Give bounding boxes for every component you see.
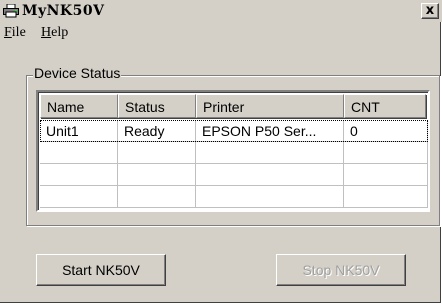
cell-status: Ready	[118, 120, 196, 142]
table-row[interactable]	[40, 164, 428, 186]
device-list[interactable]: Name Status Printer CNT Unit1 Ready EPSO…	[36, 90, 430, 212]
menu-bar: File Help	[0, 23, 442, 43]
cell-name	[40, 186, 118, 208]
table-row[interactable]: Unit1 Ready EPSON P50 Ser... 0	[40, 120, 428, 142]
cell-printer	[196, 186, 344, 208]
menu-help-label: elp	[51, 25, 69, 40]
cell-name: Unit1	[40, 120, 118, 142]
menu-file[interactable]: File	[4, 23, 26, 43]
title-bar[interactable]: MyNK50V x	[0, 0, 442, 22]
window-title: MyNK50V	[22, 3, 105, 19]
device-status-label: Device Status	[33, 64, 122, 82]
cell-printer	[196, 164, 344, 186]
close-button[interactable]: x	[421, 3, 439, 19]
cell-name	[40, 164, 118, 186]
cell-status	[118, 164, 196, 186]
cell-name	[40, 142, 118, 164]
column-header-cnt[interactable]: CNT	[344, 94, 426, 118]
cell-printer: EPSON P50 Ser...	[196, 120, 344, 142]
cell-cnt: 0	[344, 120, 428, 142]
menu-file-mnemonic: F	[4, 25, 12, 40]
start-button[interactable]: Start NK50V	[36, 254, 166, 286]
cell-printer	[196, 142, 344, 164]
main-window: MyNK50V x File Help Device Status Name S…	[0, 0, 442, 303]
column-header-printer[interactable]: Printer	[196, 94, 344, 118]
table-row[interactable]	[40, 142, 428, 164]
cell-cnt	[344, 186, 428, 208]
table-row[interactable]	[40, 186, 428, 208]
printer-icon	[3, 3, 19, 18]
stop-button[interactable]: Stop NK50V	[276, 254, 406, 286]
menu-file-label: ile	[11, 25, 26, 40]
cell-cnt	[344, 164, 428, 186]
cell-status	[118, 186, 196, 208]
column-header-status[interactable]: Status	[118, 94, 196, 118]
cell-status	[118, 142, 196, 164]
cell-cnt	[344, 142, 428, 164]
column-header-name[interactable]: Name	[40, 94, 118, 118]
menu-help-mnemonic: H	[41, 25, 52, 40]
menu-help[interactable]: Help	[41, 23, 68, 43]
